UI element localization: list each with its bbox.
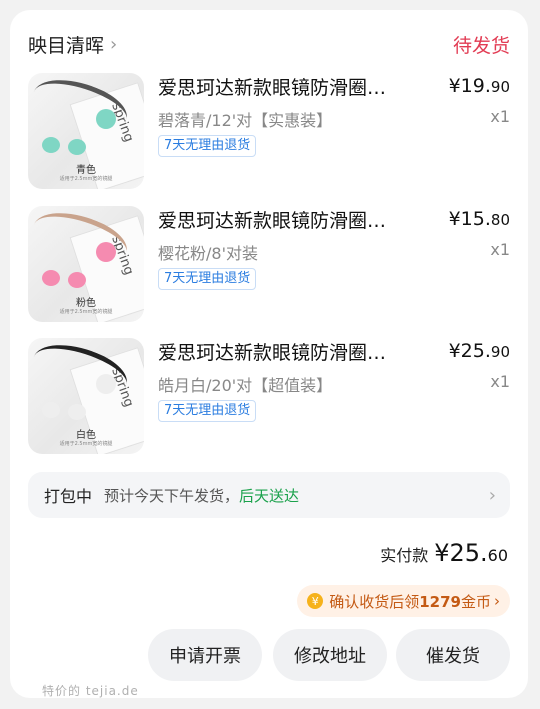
product-quantity: x1 [490,107,510,126]
product-thumbnail[interactable]: spring 青色 适用于2.5mm宽的镜腿 [28,73,144,189]
price-main: ¥25. [448,340,491,362]
total-cents: 60 [487,546,508,565]
product-spec: 皓月白/20'对【超值装】 [158,376,333,395]
grip-ring-shape [96,242,116,262]
coin-amount: 1279 [419,592,461,611]
grip-ring-shape [96,109,116,129]
chevron-right-icon[interactable]: › [110,34,117,55]
product-spec: 樱花粉/8'对装 [158,244,258,263]
return-policy-badge: 7天无理由退货 [158,400,257,422]
thumbnail-color-label: 青色 [76,165,96,176]
product-quantity: x1 [490,372,510,391]
shipping-estimate: 预计今天下午发货， [104,486,240,505]
delivery-estimate: 后天送达 [239,486,300,505]
return-policy-badge: 7天无理由退货 [158,135,257,157]
product-title[interactable]: 爱思珂达新款眼镜防滑圈… [158,206,418,234]
price-cents: 90 [490,78,510,96]
thumbnail-fine-print: 适用于2.5mm宽的镜腿 [59,309,113,315]
shop-name-link[interactable]: 映目清晖 [28,31,104,58]
coin-prefix: 确认收货后领 [329,592,420,611]
product-thumbnail[interactable]: spring 白色 适用于2.5mm宽的镜腿 [28,338,144,454]
coin-icon: ¥ [307,593,324,609]
urge-shipping-button[interactable]: 催发货 [396,629,510,681]
price-main: ¥15. [448,208,491,230]
request-invoice-button[interactable]: 申请开票 [148,629,262,681]
order-card: 映目清晖 › 待发货 spring 青色 适用于2.5mm宽的镜腿 爱思珂达新款… [10,10,528,698]
price-cents: 80 [490,211,510,229]
order-item[interactable]: spring 粉色 适用于2.5mm宽的镜腿 爱思珂达新款眼镜防滑圈… ¥15.… [28,206,510,322]
total-label: 实付款 [380,546,429,565]
order-total: 实付款 ¥25. 60 [380,539,508,567]
grip-disc-shape [68,272,86,288]
product-price: ¥25.90 [449,340,510,362]
price-cents: 90 [490,343,510,361]
thumbnail-fine-print: 适用于2.5mm宽的镜腿 [59,176,113,182]
thumbnail-color-label: 粉色 [76,298,96,309]
product-spec: 碧落青/12'对【实惠装】 [158,111,333,130]
order-item[interactable]: spring 白色 适用于2.5mm宽的镜腿 爱思珂达新款眼镜防滑圈… ¥25.… [28,338,510,454]
thumbnail-color-label: 白色 [76,430,96,441]
grip-disc-shape [68,404,86,420]
product-quantity: x1 [490,240,510,259]
grip-disc-shape [42,137,60,153]
product-price: ¥15.80 [449,208,510,230]
product-title[interactable]: 爱思珂达新款眼镜防滑圈… [158,73,418,101]
coin-suffix: 金币 [460,592,491,611]
total-value: ¥25. [434,539,488,567]
order-item[interactable]: spring 青色 适用于2.5mm宽的镜腿 爱思珂达新款眼镜防滑圈… ¥19.… [28,73,510,189]
grip-disc-shape [42,270,60,286]
grip-disc-shape [42,402,60,418]
return-policy-badge: 7天无理由退货 [158,268,257,290]
price-main: ¥19. [448,75,491,97]
thumbnail-fine-print: 适用于2.5mm宽的镜腿 [59,441,113,447]
chevron-right-icon[interactable]: › [489,485,496,506]
product-price: ¥19.90 [449,75,510,97]
shipping-status-bar[interactable]: 打包中 预计今天下午发货， 后天送达 › [28,472,510,518]
coin-reward-banner[interactable]: ¥ 确认收货后领1279金币 › [297,585,510,617]
product-thumbnail[interactable]: spring 粉色 适用于2.5mm宽的镜腿 [28,206,144,322]
order-header: 映目清晖 › 待发货 [28,26,510,62]
grip-ring-shape [96,374,116,394]
edit-address-button[interactable]: 修改地址 [273,629,387,681]
coin-reward-text: 确认收货后领1279金币 [329,591,491,612]
chevron-right-icon[interactable]: › [494,592,500,610]
shipping-status-label: 打包中 [44,487,93,506]
grip-disc-shape [68,139,86,155]
order-status: 待发货 [452,34,510,57]
watermark: 特价的 tejia.de [42,684,139,698]
product-title[interactable]: 爱思珂达新款眼镜防滑圈… [158,338,418,366]
